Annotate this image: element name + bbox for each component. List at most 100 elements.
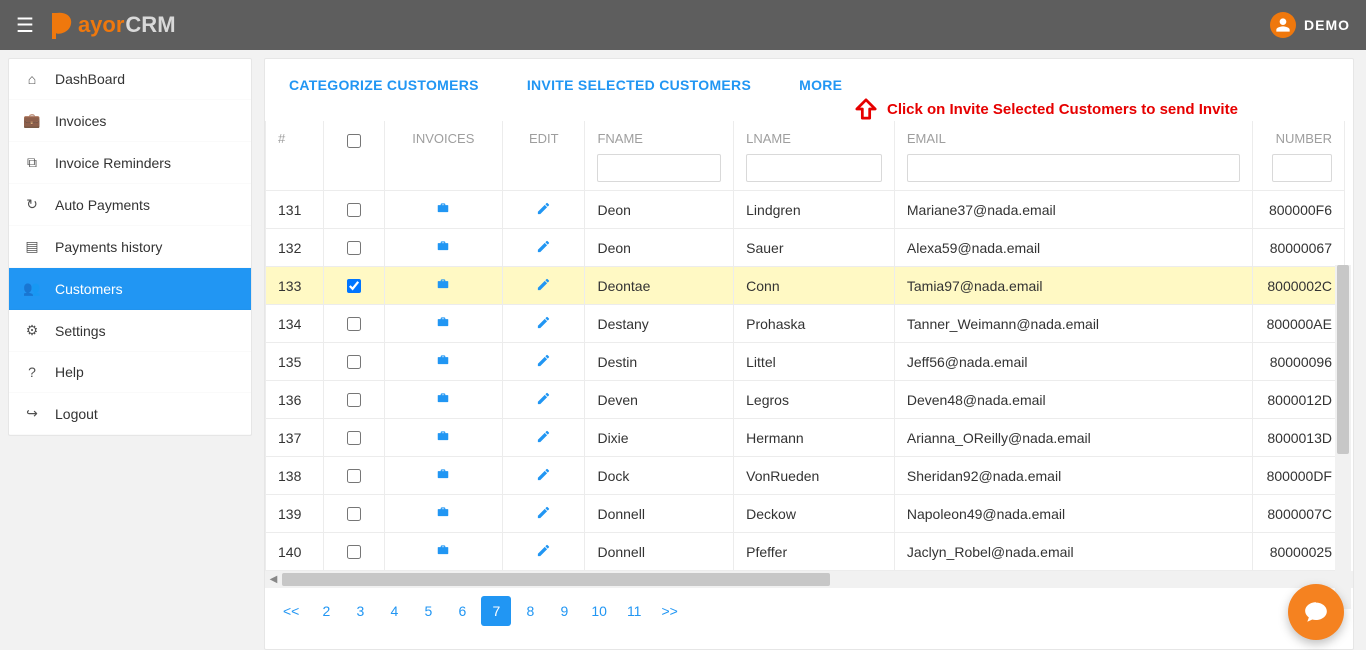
page-8[interactable]: 8 bbox=[515, 596, 545, 626]
select-all-checkbox[interactable] bbox=[347, 134, 361, 148]
page-2[interactable]: 2 bbox=[311, 596, 341, 626]
row-checkbox[interactable] bbox=[347, 241, 361, 255]
invoices-icon[interactable] bbox=[435, 240, 451, 256]
chat-icon bbox=[1303, 599, 1329, 625]
chat-fab[interactable] bbox=[1288, 584, 1344, 640]
horizontal-scrollbar[interactable]: ◀ ▶ bbox=[265, 571, 1353, 588]
fname-filter-input[interactable] bbox=[597, 154, 721, 182]
page-6[interactable]: 6 bbox=[447, 596, 477, 626]
h-scroll-thumb[interactable] bbox=[282, 573, 830, 586]
edit-icon[interactable] bbox=[536, 241, 551, 257]
scroll-left-icon[interactable]: ◀ bbox=[265, 571, 282, 588]
more-link[interactable]: MORE bbox=[799, 77, 842, 93]
invite-selected-customers-link[interactable]: INVITE SELECTED CUSTOMERS bbox=[527, 77, 751, 93]
row-checkbox[interactable] bbox=[347, 393, 361, 407]
page-3[interactable]: 3 bbox=[345, 596, 375, 626]
page-next[interactable]: >> bbox=[653, 596, 685, 626]
row-checkbox[interactable] bbox=[347, 507, 361, 521]
edit-icon[interactable] bbox=[536, 317, 551, 333]
col-number[interactable]: NUMBER bbox=[1252, 121, 1344, 191]
categorize-customers-link[interactable]: CATEGORIZE CUSTOMERS bbox=[289, 77, 479, 93]
sidebar-item-invoices[interactable]: 💼Invoices bbox=[9, 100, 251, 142]
sidebar-item-payments-history[interactable]: ▤Payments history bbox=[9, 226, 251, 268]
col-lname[interactable]: LNAME bbox=[734, 121, 895, 191]
edit-icon[interactable] bbox=[536, 431, 551, 447]
edit-icon[interactable] bbox=[536, 545, 551, 561]
table-row[interactable]: 134DestanyProhaskaTanner_Weimann@nada.em… bbox=[266, 305, 1345, 343]
page-10[interactable]: 10 bbox=[583, 596, 615, 626]
table-row[interactable]: 136DevenLegrosDeven48@nada.email8000012D bbox=[266, 381, 1345, 419]
col-index[interactable]: # bbox=[266, 121, 324, 191]
page-7[interactable]: 7 bbox=[481, 596, 511, 626]
row-checkbox[interactable] bbox=[347, 545, 361, 559]
row-checkbox[interactable] bbox=[347, 279, 361, 293]
lname-filter-input[interactable] bbox=[746, 154, 882, 182]
invoices-icon[interactable] bbox=[435, 430, 451, 446]
edit-icon[interactable] bbox=[536, 355, 551, 371]
invoices-icon[interactable] bbox=[435, 506, 451, 522]
cell-number: 80000067 bbox=[1252, 229, 1344, 267]
sidebar-item-invoice-reminders[interactable]: ⧉Invoice Reminders bbox=[9, 142, 251, 184]
col-invoices[interactable]: INVOICES bbox=[384, 121, 503, 191]
sidebar-item-label: Logout bbox=[55, 406, 98, 422]
page-9[interactable]: 9 bbox=[549, 596, 579, 626]
user-menu[interactable]: DEMO bbox=[1270, 12, 1350, 38]
sidebar-item-logout[interactable]: ↪Logout bbox=[9, 393, 251, 435]
v-scroll-thumb[interactable] bbox=[1337, 265, 1349, 454]
edit-icon[interactable] bbox=[536, 507, 551, 523]
invoices-icon[interactable] bbox=[435, 544, 451, 560]
row-checkbox[interactable] bbox=[347, 431, 361, 445]
page-11[interactable]: 11 bbox=[619, 596, 650, 626]
page-5[interactable]: 5 bbox=[413, 596, 443, 626]
email-filter-input[interactable] bbox=[907, 154, 1240, 182]
row-checkbox[interactable] bbox=[347, 203, 361, 217]
edit-icon[interactable] bbox=[536, 469, 551, 485]
arrow-up-icon bbox=[855, 97, 877, 121]
edit-icon[interactable] bbox=[536, 279, 551, 295]
sidebar-item-settings[interactable]: ⚙Settings bbox=[9, 310, 251, 352]
invoices-icon[interactable] bbox=[435, 278, 451, 294]
cell-number: 800000AE bbox=[1252, 305, 1344, 343]
sidebar-item-auto-payments[interactable]: ↻Auto Payments bbox=[9, 184, 251, 226]
invoices-icon[interactable] bbox=[435, 468, 451, 484]
sidebar-item-customers[interactable]: 👥Customers bbox=[9, 268, 251, 310]
edit-icon[interactable] bbox=[536, 203, 551, 219]
cell-lname: Deckow bbox=[734, 495, 895, 533]
table-row[interactable]: 137DixieHermannArianna_OReilly@nada.emai… bbox=[266, 419, 1345, 457]
cell-lname: Littel bbox=[734, 343, 895, 381]
table-row[interactable]: 132DeonSauerAlexa59@nada.email80000067 bbox=[266, 229, 1345, 267]
sidebar-item-dashboard[interactable]: ⌂DashBoard bbox=[9, 59, 251, 100]
invoices-icon[interactable] bbox=[435, 202, 451, 218]
menu-toggle[interactable]: ☰ bbox=[16, 13, 34, 38]
invoices-icon[interactable] bbox=[435, 316, 451, 332]
page-4[interactable]: 4 bbox=[379, 596, 409, 626]
col-edit[interactable]: EDIT bbox=[503, 121, 585, 191]
row-checkbox[interactable] bbox=[347, 355, 361, 369]
edit-icon[interactable] bbox=[536, 393, 551, 409]
sidebar-item-help[interactable]: ?Help bbox=[9, 352, 251, 393]
number-filter-input[interactable] bbox=[1272, 154, 1332, 182]
cell-email: Deven48@nada.email bbox=[894, 381, 1252, 419]
cell-lname: Sauer bbox=[734, 229, 895, 267]
user-name: DEMO bbox=[1304, 17, 1350, 33]
vertical-scrollbar[interactable] bbox=[1335, 265, 1351, 609]
table-row[interactable]: 133DeontaeConnTamia97@nada.email8000002C bbox=[266, 267, 1345, 305]
card-icon: ▤ bbox=[23, 238, 41, 255]
col-email[interactable]: EMAIL bbox=[894, 121, 1252, 191]
row-checkbox[interactable] bbox=[347, 469, 361, 483]
row-index: 136 bbox=[266, 381, 324, 419]
row-checkbox[interactable] bbox=[347, 317, 361, 331]
cell-email: Napoleon49@nada.email bbox=[894, 495, 1252, 533]
table-row[interactable]: 131DeonLindgrenMariane37@nada.email80000… bbox=[266, 191, 1345, 229]
col-select-all[interactable] bbox=[324, 121, 384, 191]
table-row[interactable]: 138DockVonRuedenSheridan92@nada.email800… bbox=[266, 457, 1345, 495]
brand-logo[interactable]: ayorCRM bbox=[50, 11, 176, 39]
table-row[interactable]: 140DonnellPfefferJaclyn_Robel@nada.email… bbox=[266, 533, 1345, 571]
table-row[interactable]: 135DestinLittelJeff56@nada.email80000096 bbox=[266, 343, 1345, 381]
brand-mark-icon bbox=[50, 11, 74, 39]
invoices-icon[interactable] bbox=[435, 354, 451, 370]
page-first[interactable]: << bbox=[275, 596, 307, 626]
invoices-icon[interactable] bbox=[435, 392, 451, 408]
col-fname[interactable]: FNAME bbox=[585, 121, 734, 191]
table-row[interactable]: 139DonnellDeckowNapoleon49@nada.email800… bbox=[266, 495, 1345, 533]
